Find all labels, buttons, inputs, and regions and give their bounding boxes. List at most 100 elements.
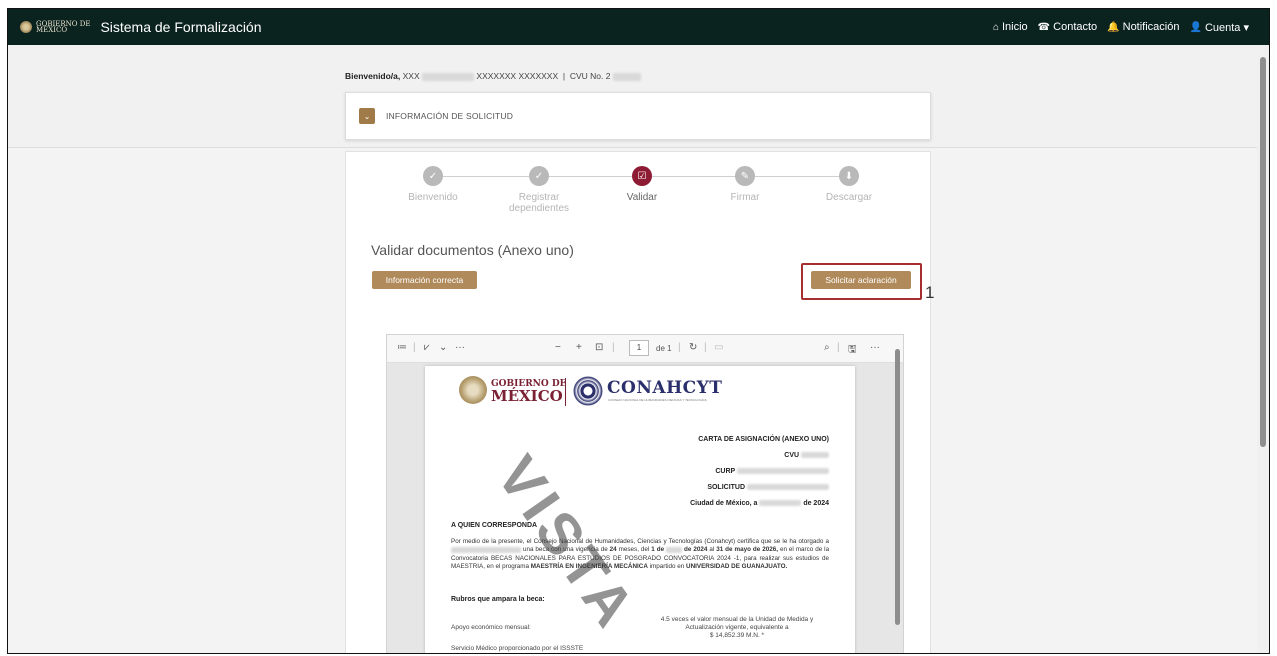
gob-line2: MÉXICO	[491, 387, 563, 405]
step-firmar: ✎ Firmar	[700, 166, 790, 203]
divider: |	[678, 342, 681, 353]
step-registrar-dependientes: ✓ Registrar dependientes	[494, 166, 584, 214]
nav-links: ⌂ Inicio ☎ Contacto 🔔 Notificación 👤 Cue…	[993, 9, 1249, 45]
page-total: de 1	[656, 344, 672, 353]
government-seal-icon	[459, 376, 487, 404]
rubro-label: Apoyo económico mensual:	[451, 624, 531, 631]
nav-link-notificacion[interactable]: 🔔 Notificación	[1107, 21, 1179, 33]
chevron-down-icon[interactable]: ⌄	[359, 108, 375, 124]
contact-icon: ☎	[1037, 21, 1051, 33]
nav-link-contacto[interactable]: ☎ Contacto	[1038, 21, 1098, 33]
para-text: meses, del	[618, 546, 650, 554]
callout-number: 1	[925, 283, 935, 302]
page-view-icon[interactable]: ▭	[714, 342, 723, 353]
conahcyt-emblem-icon	[573, 376, 603, 406]
doc-cvu: CVU	[784, 452, 829, 459]
step-descargar: ⬇ Descargar	[804, 166, 894, 203]
bell-icon: 🔔	[1107, 21, 1120, 33]
header-band: Bienvenido/a, XXX XXXXXXX XXXXXXX | CVU …	[8, 45, 1258, 148]
draw-icon[interactable]: ⩗	[424, 342, 430, 353]
page-number-input[interactable]: 1	[629, 340, 649, 356]
pdf-viewer[interactable]: ≔ | ⩗ ⌄ ··· − + ⊡ | 1 de 1 | ↻ | ▭ ⌕ | 🖫…	[386, 334, 904, 653]
contents-icon[interactable]: ≔	[397, 342, 407, 353]
rubro-value-line: Actualización vigente, equivalente a	[685, 624, 789, 631]
nav-link-label: Inicio	[1001, 21, 1028, 33]
para-text: al	[709, 546, 715, 554]
save-icon[interactable]: 🖫	[848, 342, 857, 359]
more-icon[interactable]: ···	[455, 342, 465, 353]
nav-link-cuenta[interactable]: 👤 Cuenta ▾	[1189, 21, 1249, 34]
date-suffix: de 2024	[803, 500, 829, 507]
page-scrollbar[interactable]	[1260, 57, 1266, 447]
download-icon: ⬇	[839, 166, 859, 186]
solicitud-accordion[interactable]: ⌄ INFORMACIÓN DE SOLICITUD	[345, 92, 931, 140]
solicitud-label: INFORMACIÓN DE SOLICITUD	[386, 111, 514, 121]
logo-divider	[565, 378, 566, 406]
rubro-value: 4.5 veces el valor mensual de la Unidad …	[637, 616, 837, 640]
government-logo: GOBIERNO DE MÉXICO	[36, 20, 91, 34]
redacted-text	[451, 546, 521, 553]
page-scrollbar-track	[1257, 45, 1269, 653]
redacted-text	[612, 72, 641, 81]
step-label: Registrar dependientes	[508, 192, 570, 214]
pdf-scrollbar[interactable]	[895, 349, 900, 625]
pdf-toolbar: ≔ | ⩗ ⌄ ··· − + ⊡ | 1 de 1 | ↻ | ▭ ⌕ | 🖫…	[387, 335, 903, 363]
nav-link-label: Cuenta ▾	[1204, 21, 1249, 34]
rubro-value-line: 4.5 veces el valor mensual de la Unidad …	[660, 616, 814, 623]
doc-curp: CURP	[715, 468, 829, 475]
zoom-in-icon[interactable]: +	[576, 342, 582, 353]
step-label: Firmar	[730, 192, 760, 203]
section-title: Validar documentos (Anexo uno)	[371, 242, 574, 258]
informacion-correcta-button[interactable]: Información correcta	[372, 271, 477, 289]
fit-page-icon[interactable]: ⊡	[595, 342, 603, 353]
curp-label: CURP	[715, 468, 736, 475]
doc-date: Ciudad de México, a de 2024	[690, 500, 829, 507]
pencil-icon: ✎	[735, 166, 755, 186]
checkbox-icon: ☑	[632, 166, 652, 186]
welcome-name: XXX	[402, 71, 420, 81]
date-prefix: Ciudad de México, a	[690, 500, 758, 507]
divider: |	[413, 342, 416, 353]
conahcyt-subtitle: CONSEJO NACIONAL DE HUMANIDADES CIENCIAS…	[608, 398, 707, 402]
solicitar-aclaracion-button[interactable]: Solicitar aclaración	[811, 271, 911, 289]
redacted-text	[737, 468, 829, 475]
search-icon[interactable]: ⌕	[824, 342, 830, 353]
step-bienvenido: ✓ Bienvenido	[388, 166, 478, 203]
step-label: Validar	[626, 192, 658, 203]
brand[interactable]: GOBIERNO DE MÉXICO Sistema de Formalizac…	[20, 19, 262, 35]
more-icon[interactable]: ···	[870, 342, 880, 353]
user-icon: 👤	[1189, 21, 1202, 33]
redacted-text	[759, 500, 802, 507]
end-date: 31 de mayo de 2026,	[716, 546, 778, 554]
rubros-title: Rubros que ampara la beca:	[451, 596, 545, 603]
rotate-icon[interactable]: ↻	[689, 342, 697, 353]
chevron-down-icon[interactable]: ⌄	[439, 342, 447, 353]
conahcyt-logo: CONAHCYT	[607, 378, 723, 398]
welcome-line: Bienvenido/a, XXX XXXXXXX XXXXXXX | CVU …	[345, 71, 641, 81]
solicitud-label: SOLICITUD	[707, 484, 746, 491]
redacted-text	[801, 452, 829, 459]
welcome-label: Bienvenido/a,	[345, 71, 401, 81]
step-validar: ☑ Validar	[597, 166, 687, 203]
start-day: 1 de	[651, 546, 665, 554]
check-icon: ✓	[423, 166, 443, 186]
para-text: Por medio de la presente, el Consejo Nac…	[451, 538, 829, 545]
cvu-label: CVU No. 2	[569, 71, 611, 81]
browser-frame: GOBIERNO DE MÉXICO Sistema de Formalizac…	[7, 8, 1270, 654]
home-icon: ⌂	[992, 21, 999, 33]
nav-link-label: Notificación	[1122, 21, 1180, 33]
nav-link-inicio[interactable]: ⌂ Inicio	[993, 21, 1028, 33]
step-label: Bienvenido	[408, 192, 458, 203]
app-title: Sistema de Formalización	[100, 19, 262, 35]
rubro-value-line: $ 14,852.39 M.N. *	[709, 632, 765, 639]
government-seal-icon	[20, 21, 32, 33]
start-year: de 2024	[684, 546, 708, 554]
doc-solicitud: SOLICITUD	[707, 484, 829, 491]
zoom-out-icon[interactable]: −	[555, 342, 561, 353]
nav-link-label: Contacto	[1053, 21, 1098, 33]
gobierno-logo: GOBIERNO DE MÉXICO	[491, 378, 567, 405]
rubro-label: Servicio Médico proporcionado por el ISS…	[451, 645, 584, 652]
main-card: ✓ Bienvenido ✓ Registrar dependientes ☑ …	[345, 151, 931, 653]
welcome-name-tail: XXXXXXX XXXXXXX	[476, 71, 559, 81]
para-text: impartido en	[649, 562, 685, 570]
